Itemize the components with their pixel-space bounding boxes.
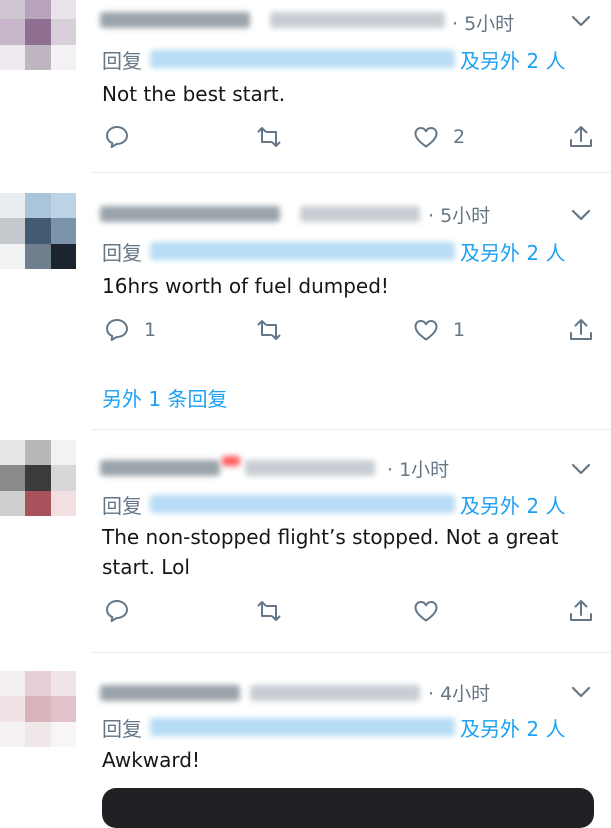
avatar[interactable] <box>0 0 76 70</box>
reply-icon <box>106 319 128 341</box>
retweet-button[interactable] <box>256 315 282 345</box>
heart-icon <box>414 320 438 341</box>
share-button[interactable] <box>568 315 594 345</box>
reply-others-link[interactable]: 及另外 2 人 <box>460 237 565 266</box>
tweet-1[interactable]: · 5小时 回复 及另外 2 人 Not the best start. 2 <box>0 0 611 172</box>
replying-to-handles[interactable] <box>150 242 455 260</box>
replying-to-handles[interactable] <box>150 495 455 513</box>
tweet-4[interactable]: · 4小时 回复 及另外 2 人 Awkward! <box>0 653 611 800</box>
reply-prefix: 回复 <box>102 494 142 518</box>
media-preview[interactable] <box>102 788 594 828</box>
chevron-down-icon[interactable] <box>568 206 594 224</box>
tweet-2[interactable]: · 5小时 回复 及另外 2 人 16hrs worth of fuel dum… <box>0 173 611 429</box>
chevron-down-icon[interactable] <box>568 12 594 30</box>
timestamp[interactable]: · 5小时 <box>428 201 490 228</box>
share-icon <box>570 126 592 147</box>
author-handle[interactable] <box>300 206 420 222</box>
tweet-actions: 1 1 <box>0 315 611 345</box>
tweet-3[interactable]: · 1小时 回复 及另外 2 人 The non-stopped flight’… <box>0 430 611 652</box>
chevron-down-icon[interactable] <box>568 683 594 701</box>
retweet-button[interactable] <box>256 596 282 626</box>
reply-button[interactable] <box>104 122 144 152</box>
reply-others-link[interactable]: 及另外 2 人 <box>460 490 565 519</box>
author-name[interactable] <box>100 460 220 476</box>
tweet-text: The non-stopped flight’s stopped. Not a … <box>102 525 559 579</box>
reply-icon <box>106 126 128 148</box>
retweet-icon <box>257 320 281 340</box>
reply-prefix: 回复 <box>102 717 142 741</box>
timestamp[interactable]: · 4小时 <box>428 679 490 706</box>
share-icon <box>570 600 592 621</box>
heart-icon <box>414 601 438 622</box>
reply-others-link[interactable]: 及另外 2 人 <box>460 713 565 742</box>
author-name[interactable] <box>100 12 250 28</box>
replying-to-handles[interactable] <box>150 718 455 736</box>
avatar[interactable] <box>0 440 76 516</box>
reply-prefix: 回复 <box>102 241 142 265</box>
avatar[interactable] <box>0 193 76 269</box>
heart-icon <box>414 127 438 148</box>
share-button[interactable] <box>568 122 594 152</box>
like-count: 2 <box>453 126 466 148</box>
reply-prefix: 回复 <box>102 49 142 73</box>
timestamp[interactable]: · 1小时 <box>387 455 449 482</box>
like-button[interactable]: 2 <box>413 122 465 152</box>
reply-count: 1 <box>144 319 157 341</box>
chevron-down-icon[interactable] <box>568 460 594 478</box>
author-handle[interactable] <box>250 685 420 701</box>
tweet-text: 16hrs worth of fuel dumped! <box>102 274 389 298</box>
share-button[interactable] <box>568 596 594 626</box>
timestamp[interactable]: · 5小时 <box>452 9 514 36</box>
like-button[interactable] <box>413 596 453 626</box>
tweet-text: Not the best start. <box>102 82 286 106</box>
like-count: 1 <box>453 319 466 341</box>
show-more-replies-link[interactable]: 另外 1 条回复 <box>102 383 227 412</box>
tweet-actions <box>0 596 611 626</box>
reply-button[interactable]: 1 <box>104 315 156 345</box>
author-name[interactable] <box>100 685 240 701</box>
retweet-icon <box>257 127 281 147</box>
replying-to-handles[interactable] <box>150 50 455 68</box>
like-button[interactable]: 1 <box>413 315 465 345</box>
reply-others-link[interactable]: 及另外 2 人 <box>460 45 565 74</box>
reply-icon <box>106 600 128 622</box>
author-handle[interactable] <box>270 12 445 28</box>
author-name-emoji[interactable] <box>222 456 240 466</box>
author-name[interactable] <box>100 206 280 222</box>
share-icon <box>570 319 592 340</box>
tweet-text: Awkward! <box>102 748 201 772</box>
retweet-button[interactable] <box>256 122 282 152</box>
reply-button[interactable] <box>104 596 144 626</box>
retweet-icon <box>257 601 281 621</box>
tweet-actions: 2 <box>0 122 611 152</box>
author-handle[interactable] <box>245 460 375 476</box>
avatar[interactable] <box>0 671 76 747</box>
